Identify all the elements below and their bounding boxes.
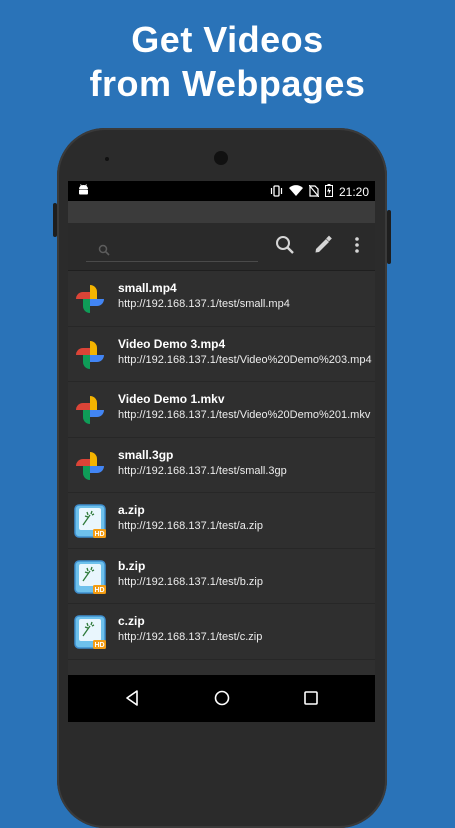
promo-line-2: from Webpages xyxy=(89,63,366,104)
file-url: http://192.168.137.1/test/a.zip xyxy=(118,520,263,532)
status-icons: 21:20 xyxy=(270,184,369,200)
home-icon[interactable] xyxy=(213,689,231,712)
hd-badge: HD xyxy=(94,642,104,649)
file-url: http://192.168.137.1/test/c.zip xyxy=(118,631,263,643)
file-name: b.zip xyxy=(118,558,146,573)
promo-line-1: Get Videos xyxy=(131,19,324,60)
list-item[interactable]: Video Demo 1.mkv http://192.168.137.1/tes… xyxy=(68,382,375,438)
search-field-icon xyxy=(98,243,110,261)
front-camera xyxy=(214,151,228,165)
edit-pencil-icon[interactable] xyxy=(313,235,333,260)
status-bar: 21:20 xyxy=(68,181,375,201)
video-file-icon xyxy=(72,448,108,484)
vibrate-icon xyxy=(270,184,283,200)
power-button xyxy=(387,210,391,264)
list-item[interactable]: HD c.zip http://192.168.137.1/test/c.zip xyxy=(68,604,375,660)
hd-badge: HD xyxy=(94,531,104,538)
list-item[interactable]: small.mp4 http://192.168.137.1/test/small… xyxy=(68,271,375,327)
file-url: http://192.168.137.1/test/b.zip xyxy=(118,575,263,588)
back-icon[interactable] xyxy=(124,689,140,712)
archive-file-icon: HD xyxy=(72,559,108,595)
promo-headline: Get Videos from Webpages xyxy=(0,18,455,106)
file-name: Video Demo 1.mkv xyxy=(118,392,225,406)
no-sim-icon xyxy=(308,184,320,200)
archive-file-icon: HD xyxy=(72,503,108,539)
file-name: c.zip xyxy=(118,614,145,628)
file-list: small.mp4 http://192.168.137.1/test/small… xyxy=(68,271,375,660)
list-item[interactable]: small.3gp http://192.168.137.1/test/small… xyxy=(68,438,375,493)
search-icon[interactable] xyxy=(275,235,295,260)
app-title-bar xyxy=(68,201,375,223)
video-file-icon xyxy=(72,337,108,373)
search-input[interactable] xyxy=(86,243,258,262)
file-url: http://192.168.137.1/test/Video%20Demo%2… xyxy=(118,409,371,421)
video-file-icon xyxy=(72,392,108,428)
file-name: Video Demo 3.mp4 xyxy=(118,336,226,351)
screen: 21:20 small.mp4 http://192.168.137.1/test… xyxy=(68,181,375,722)
list-item[interactable]: HD a.zip http://192.168.137.1/test/a.zip xyxy=(68,493,375,549)
volume-button xyxy=(53,203,57,237)
video-file-icon xyxy=(72,281,108,317)
proximity-sensor xyxy=(105,157,109,161)
file-url: http://192.168.137.1/test/small.mp4 xyxy=(118,298,290,310)
battery-charging-icon xyxy=(324,184,333,200)
file-url: http://192.168.137.1/test/Video%20Demo%2… xyxy=(118,353,372,366)
file-url: http://192.168.137.1/test/small.3gp xyxy=(118,464,287,477)
phone-frame: 21:20 small.mp4 http://192.168.137.1/test… xyxy=(53,128,391,828)
archive-file-icon: HD xyxy=(72,614,108,650)
file-name: a.zip xyxy=(118,503,145,517)
list-item[interactable]: Video Demo 3.mp4 http://192.168.137.1/tes… xyxy=(68,327,375,382)
wifi-icon xyxy=(288,184,303,200)
status-time: 21:20 xyxy=(338,185,369,199)
toolbar xyxy=(68,223,375,271)
navigation-bar xyxy=(68,675,375,722)
file-name: small.3gp xyxy=(118,447,174,462)
overflow-menu-icon[interactable] xyxy=(354,235,360,260)
recents-icon[interactable] xyxy=(303,689,319,712)
android-icon xyxy=(78,184,89,199)
hd-badge: HD xyxy=(94,587,104,594)
list-item[interactable]: HD b.zip http://192.168.137.1/test/b.zip xyxy=(68,549,375,604)
file-name: small.mp4 xyxy=(118,281,177,295)
